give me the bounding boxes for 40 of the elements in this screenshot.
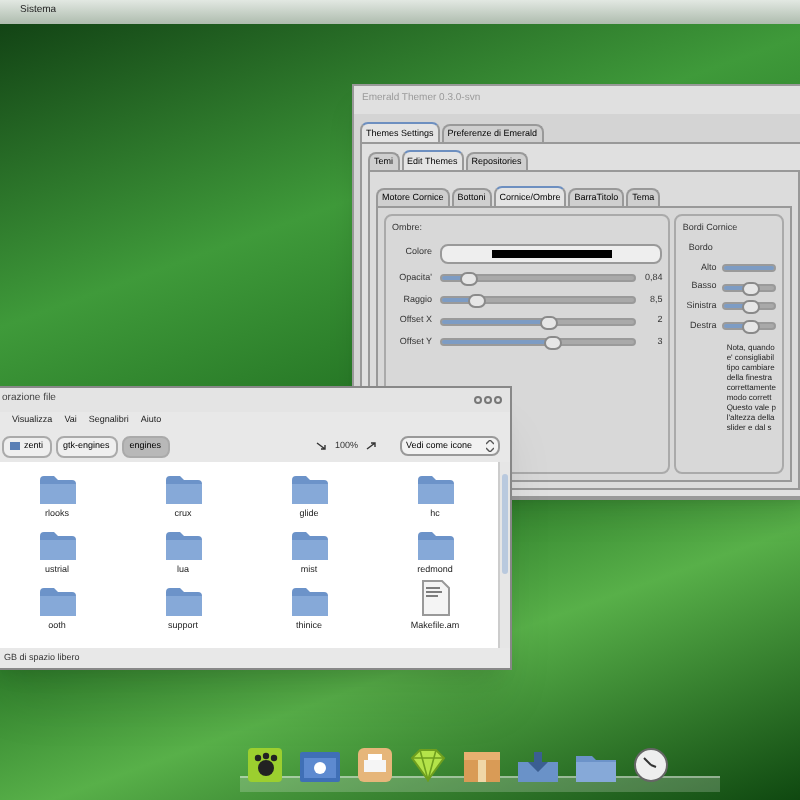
scroll-thumb[interactable] — [502, 474, 508, 574]
slider-thumb[interactable] — [741, 281, 760, 296]
slider-thumb[interactable] — [741, 320, 760, 335]
slider-thumb[interactable] — [741, 300, 760, 315]
slider-track[interactable] — [440, 317, 637, 326]
folder-icon[interactable] — [576, 752, 616, 782]
paw-app-icon[interactable] — [248, 748, 282, 782]
folder-icon[interactable] — [417, 532, 453, 561]
folder-icon[interactable] — [417, 476, 453, 505]
slider-thumb[interactable] — [539, 315, 558, 330]
slider-thumb[interactable] — [468, 293, 487, 308]
folder-icon[interactable] — [291, 588, 327, 617]
color-button[interactable] — [440, 243, 663, 264]
folder-icon[interactable] — [165, 476, 201, 505]
folder-icon[interactable] — [291, 532, 327, 561]
download-tray-icon[interactable] — [518, 752, 558, 782]
slider-track[interactable] — [722, 322, 776, 331]
slider-thumb[interactable] — [459, 272, 478, 287]
folder-icon[interactable] — [39, 532, 75, 561]
folder-icon[interactable] — [165, 532, 201, 561]
folder-icon[interactable] — [39, 476, 75, 505]
gem-icon[interactable] — [410, 748, 446, 782]
slider-track[interactable] — [722, 283, 776, 292]
folder-icon — [10, 442, 20, 450]
slider-track[interactable] — [440, 274, 637, 283]
printer-icon[interactable] — [358, 748, 392, 782]
slider-track[interactable] — [440, 338, 637, 347]
package-icon[interactable] — [464, 752, 500, 782]
slider-track[interactable] — [722, 302, 776, 311]
document-icon[interactable] — [421, 580, 449, 617]
slider-thumb[interactable] — [543, 336, 562, 351]
folder-icon[interactable] — [165, 588, 201, 617]
zoom-out-icon[interactable] — [316, 442, 327, 450]
window-app-icon[interactable] — [300, 752, 340, 782]
folder-icon[interactable] — [39, 588, 75, 617]
folder-icon[interactable] — [291, 476, 327, 505]
clock-icon[interactable] — [634, 748, 668, 782]
spinner-icon — [486, 440, 494, 452]
slider-track[interactable] — [440, 295, 637, 304]
zoom-in-icon[interactable] — [366, 442, 376, 450]
